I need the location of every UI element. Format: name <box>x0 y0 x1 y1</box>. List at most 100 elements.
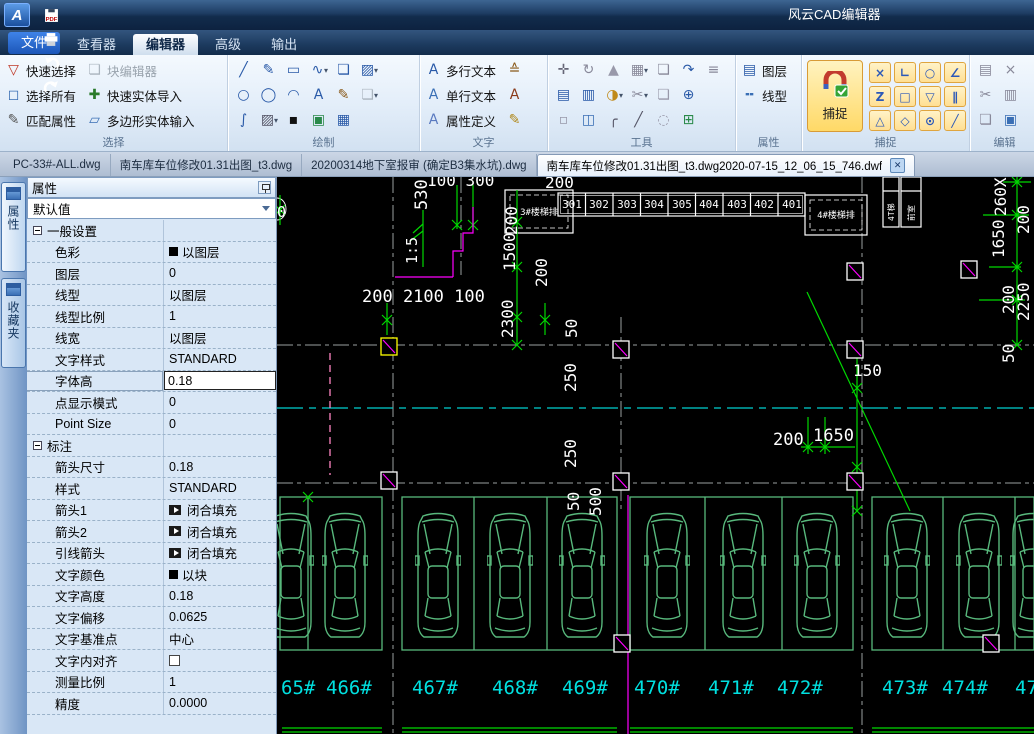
property-row-文字偏移[interactable]: 文字偏移 0.0625 <box>27 607 276 629</box>
ribbon-button-raster-image[interactable]: ▣ <box>306 108 331 133</box>
property-row-引线箭头[interactable]: 引线箭头 闭合填充 <box>27 542 276 564</box>
ribbon-button-图层[interactable]: ▤ 图层 <box>739 58 789 83</box>
ribbon-button-copy-nested[interactable]: ❏ <box>651 83 676 108</box>
document-tab-4[interactable]: 南车库车位修改01.31出图_t3.dwg2020-07-15_12_06_15… <box>536 154 916 176</box>
ribbon-button-text-style-icon[interactable]: A <box>504 83 529 108</box>
ribbon-button-多边形实体输入[interactable]: ▱ 多边形实体输入 <box>84 108 197 133</box>
ribbon-button-new-block[interactable]: ▥ <box>576 83 601 108</box>
ribbon-button-text-scale-icon[interactable]: ≙ <box>504 58 529 83</box>
snap-perpendicular-button[interactable]: ∟ <box>894 62 916 83</box>
ribbon-button-快速实体导入[interactable]: ✚ 快速实体导入 <box>84 83 197 108</box>
ribbon-button-spline[interactable]: ∫ <box>231 108 256 133</box>
save-pdf-button[interactable]: PDF <box>40 3 66 27</box>
snap-nearest-button[interactable]: ╱ <box>944 110 966 131</box>
ribbon-button-rotate[interactable]: ↻ <box>576 58 601 83</box>
ribbon-button-ungroup[interactable]: ◌ <box>651 108 676 133</box>
property-row-精度[interactable]: 精度 0.0000 <box>27 693 276 715</box>
property-row-箭头2[interactable]: 箭头2 闭合填充 <box>27 521 276 543</box>
ribbon-button-move[interactable]: ✛ <box>551 58 576 83</box>
property-row-点显示模式[interactable]: 点显示模式 0 <box>27 392 276 414</box>
snap-angle-button[interactable]: ∠ <box>944 62 966 83</box>
document-tab-2[interactable]: 南车库车位修改01.31出图_t3.dwg <box>111 154 303 176</box>
snap-extension-button[interactable]: Z <box>869 86 891 107</box>
menu-tab-编辑器[interactable]: 编辑器 <box>133 34 199 55</box>
ribbon-button-circle[interactable]: ○ <box>231 83 256 108</box>
ribbon-button-copy-clip[interactable]: ❏ <box>973 108 998 133</box>
collapse-icon[interactable] <box>33 225 42 235</box>
document-tab-1[interactable]: PC-33#-ALL.dwg <box>4 154 111 176</box>
properties-selector-dropdown[interactable]: 默认值 <box>27 198 276 219</box>
ribbon-button-save-block[interactable]: ▤ <box>551 83 576 108</box>
property-row-箭头1[interactable]: 箭头1 闭合填充 <box>27 499 276 521</box>
ribbon-button-sketch[interactable]: ✎ <box>256 58 281 83</box>
property-row-文字颜色[interactable]: 文字颜色 以块 <box>27 564 276 586</box>
sidebar-tab-属性[interactable]: 属性 <box>1 182 26 272</box>
ribbon-button-scale[interactable]: ▫ <box>551 108 576 133</box>
ribbon-button-stretch[interactable]: ◫ <box>576 108 601 133</box>
ribbon-button-arc[interactable]: ◠ <box>281 83 306 108</box>
ribbon-button-polyline[interactable]: ∿ ▾ <box>306 58 331 83</box>
property-row-文字基准点[interactable]: 文字基准点 中心 <box>27 628 276 650</box>
property-row-字体高[interactable]: 字体高 <box>27 370 276 392</box>
collapse-icon[interactable] <box>33 440 42 450</box>
ribbon-button-text-block[interactable]: A <box>306 83 331 108</box>
snap-tangent-button[interactable]: ⊙ <box>919 110 941 131</box>
snap-quadrant-button[interactable]: □ <box>894 86 916 107</box>
ribbon-button-insert-block[interactable]: ❏ <box>331 58 356 83</box>
ribbon-button-pick-color[interactable]: ◑ ▾ <box>601 83 626 108</box>
property-value-input[interactable] <box>164 371 276 391</box>
ribbon-button-point[interactable]: ▪ <box>281 108 306 133</box>
app-logo-icon[interactable]: A <box>4 3 30 27</box>
redo-button[interactable] <box>40 75 66 99</box>
property-row-标注[interactable]: 标注 <box>27 435 276 457</box>
property-row-文字样式[interactable]: 文字样式 STANDARD <box>27 349 276 371</box>
close-tab-icon[interactable]: ✕ <box>890 158 906 173</box>
ribbon-button-line[interactable]: ╱ <box>231 58 256 83</box>
ribbon-button-hatch[interactable]: ▨ ▾ <box>256 108 281 133</box>
document-tab-3[interactable]: 20200314地下室报审 (确定B3集水坑).dwg <box>302 154 537 176</box>
ribbon-button-boundary[interactable]: ▨ ▾ <box>356 58 381 83</box>
ribbon-button-cut-alt[interactable]: × <box>998 58 1023 83</box>
property-row-文字高度[interactable]: 文字高度 0.18 <box>27 585 276 607</box>
snap-node-button[interactable]: ◇ <box>894 110 916 131</box>
ribbon-button-clipboard[interactable]: ▥ <box>998 83 1023 108</box>
snap-parallel-button[interactable]: ∥ <box>944 86 966 107</box>
ribbon-button-多行文本[interactable]: A 多行文本 <box>423 58 498 83</box>
menu-tab-高级[interactable]: 高级 <box>202 34 254 55</box>
property-row-线型比例[interactable]: 线型比例 1 <box>27 306 276 328</box>
undo-button[interactable] <box>40 51 66 75</box>
ribbon-button-rectangle[interactable]: ▭ <box>281 58 306 83</box>
menu-tab-输出[interactable]: 输出 <box>258 34 310 55</box>
ribbon-button-array[interactable]: ▦ ▾ <box>626 58 651 83</box>
property-row-测量比例[interactable]: 测量比例 1 <box>27 671 276 693</box>
snap-midpoint-button[interactable]: △ <box>869 110 891 131</box>
snap-intersection-button[interactable]: × <box>869 62 891 83</box>
ribbon-button-doc[interactable]: ▣ <box>998 108 1023 133</box>
drawing-canvas[interactable]: 530 100 300 200 200 1500 200 2300 50 200 2100 10… <box>277 177 1034 734</box>
ribbon-button-cut[interactable]: ✂ <box>973 83 998 108</box>
ribbon-button-线型[interactable]: ╍ 线型 <box>739 83 789 108</box>
ribbon-button-copy[interactable]: ❏ <box>651 58 676 83</box>
sidebar-tab-收藏夹[interactable]: 收藏夹 <box>1 278 26 368</box>
ribbon-button-add-block[interactable]: ⊞ <box>676 108 701 133</box>
property-row-图层[interactable]: 图层 0 <box>27 263 276 285</box>
ribbon-button-trim[interactable]: ✂ ▾ <box>626 83 651 108</box>
property-row-线型[interactable]: 线型 以图层 <box>27 284 276 306</box>
ribbon-button-fillet[interactable]: ╭ <box>601 108 626 133</box>
snap-endpoint-button[interactable]: ▽ <box>919 86 941 107</box>
ribbon-button-mirror[interactable]: ▲ <box>601 58 626 83</box>
ribbon-button-paste[interactable]: ▤ <box>973 58 998 83</box>
ribbon-button-update-block[interactable]: ⊕ <box>676 83 701 108</box>
ribbon-button-属性定义[interactable]: A 属性定义 <box>423 108 498 133</box>
snap-center-button[interactable]: ○ <box>919 62 941 83</box>
menu-tab-查看器[interactable]: 查看器 <box>64 34 129 55</box>
print-button[interactable] <box>40 27 66 51</box>
ribbon-button-copy-entity[interactable]: ❏ ▾ <box>356 83 381 108</box>
property-row-文字内对齐[interactable]: 文字内对齐 <box>27 650 276 672</box>
ribbon-button-table[interactable]: ▦ <box>331 108 356 133</box>
property-row-箭头尺寸[interactable]: 箭头尺寸 0.18 <box>27 456 276 478</box>
property-row-样式[interactable]: 样式 STANDARD <box>27 478 276 500</box>
property-row-Point Size[interactable]: Point Size 0 <box>27 413 276 435</box>
ribbon-button-edit-text-icon[interactable]: ✎ <box>504 108 529 133</box>
ribbon-button-单行文本[interactable]: A 单行文本 <box>423 83 498 108</box>
